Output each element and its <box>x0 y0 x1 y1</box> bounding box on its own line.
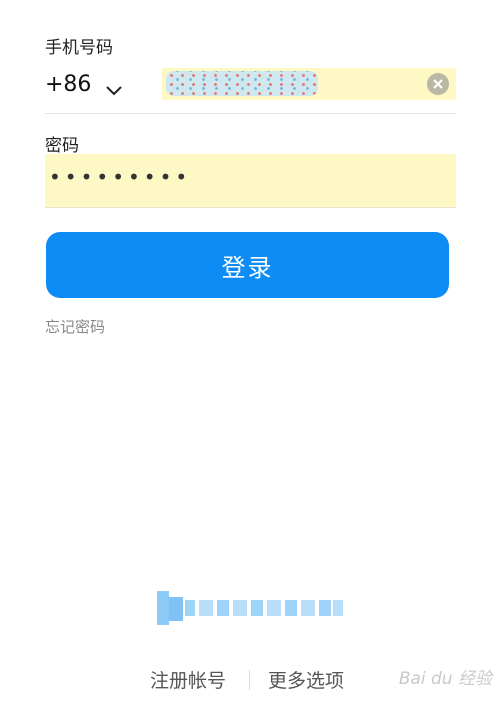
account-mask <box>157 591 343 625</box>
footer-divider <box>249 670 250 690</box>
chevron-down-icon <box>105 78 123 96</box>
watermark: Bai du 经验 <box>398 669 492 689</box>
close-icon[interactable] <box>427 73 449 95</box>
password-input[interactable]: ••••••••• <box>45 154 456 208</box>
phone-number-mask <box>166 71 318 96</box>
more-options-link[interactable]: 更多选项 <box>268 666 344 693</box>
country-code-selector[interactable]: +86 <box>45 68 123 100</box>
password-value: ••••••••• <box>49 165 192 189</box>
phone-input[interactable] <box>162 68 456 100</box>
login-button[interactable]: 登录 <box>46 232 449 298</box>
forgot-password-link[interactable]: 忘记密码 <box>45 316 105 337</box>
country-code-value: +86 <box>45 71 92 97</box>
password-label: 密码 <box>45 136 79 156</box>
phone-divider <box>45 113 456 114</box>
phone-label: 手机号码 <box>45 38 113 58</box>
register-account-link[interactable]: 注册帐号 <box>150 666 226 693</box>
